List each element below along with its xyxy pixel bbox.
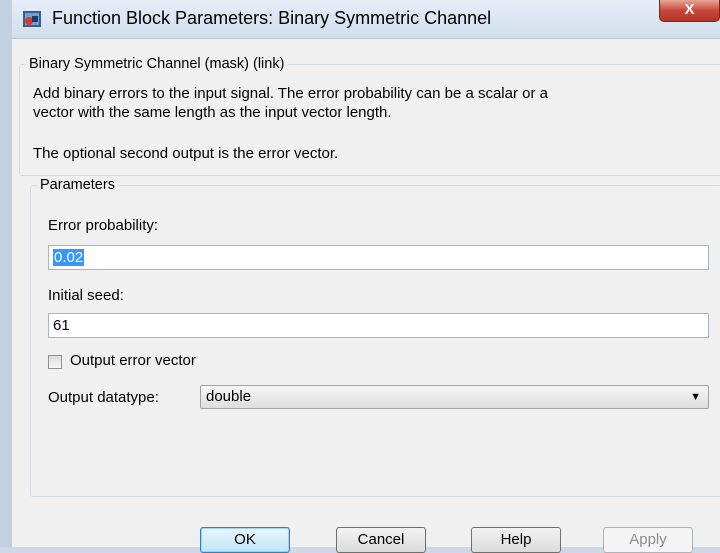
mask-group-title: Binary Symmetric Channel (mask) (link) bbox=[29, 56, 285, 72]
error-probability-value: 0.02 bbox=[53, 249, 85, 266]
window-title: Function Block Parameters: Binary Symmet… bbox=[52, 8, 492, 28]
initial-seed-input[interactable]: 61 bbox=[48, 313, 709, 338]
simulink-block-icon bbox=[23, 11, 41, 27]
initial-seed-label: Initial seed: bbox=[48, 287, 124, 304]
cancel-button[interactable]: Cancel bbox=[336, 527, 426, 553]
output-datatype-select[interactable]: double ▼ bbox=[200, 385, 709, 409]
output-datatype-value: double bbox=[206, 388, 252, 405]
mask-description-line-3: The optional second output is the error … bbox=[33, 145, 339, 162]
output-datatype-label: Output datatype: bbox=[48, 389, 159, 406]
error-probability-label: Error probability: bbox=[48, 217, 159, 234]
dialog-content: Binary Symmetric Channel (mask) (link) A… bbox=[12, 38, 720, 553]
close-button[interactable]: X bbox=[659, 0, 720, 22]
ok-button[interactable]: OK bbox=[200, 527, 290, 553]
help-button[interactable]: Help bbox=[471, 527, 561, 553]
apply-button[interactable]: Apply bbox=[603, 527, 693, 553]
parameters-group-title: Parameters bbox=[40, 177, 115, 193]
title-bar[interactable]: Function Block Parameters: Binary Symmet… bbox=[12, 0, 720, 38]
mask-description-line-1: Add binary errors to the input signal. T… bbox=[33, 85, 548, 102]
output-error-vector-label[interactable]: Output error vector bbox=[70, 352, 196, 369]
initial-seed-value: 61 bbox=[53, 317, 70, 334]
error-probability-input[interactable]: 0.02 bbox=[48, 245, 709, 270]
chevron-down-icon: ▼ bbox=[690, 391, 701, 403]
mask-description-line-2: vector with the same length as the input… bbox=[33, 104, 392, 121]
output-error-vector-checkbox[interactable] bbox=[48, 355, 62, 369]
